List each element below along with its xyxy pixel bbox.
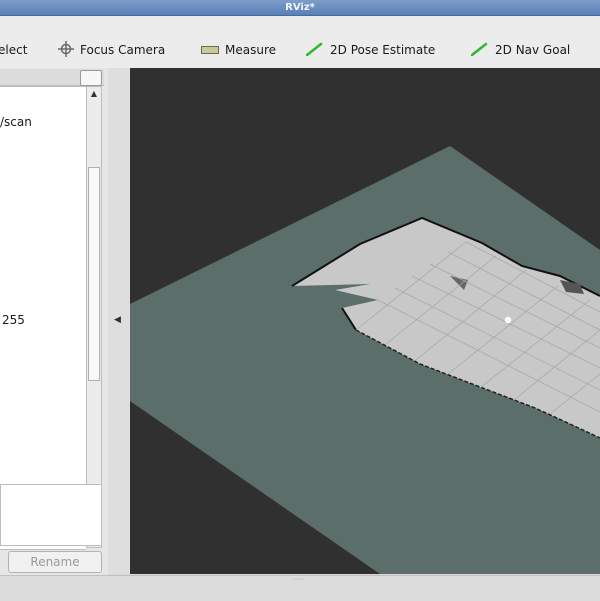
tree-row-scan-topic[interactable]: /scan <box>0 115 32 129</box>
nav-goal-button[interactable]: 2D Nav Goal <box>470 41 571 59</box>
focus-crosshair-icon <box>58 40 74 60</box>
panel-float-button[interactable] <box>80 70 102 86</box>
description-box <box>0 484 102 546</box>
select-tool-label: elect <box>0 43 28 57</box>
robot-marker <box>504 316 512 324</box>
focus-camera-button[interactable]: Focus Camera <box>58 40 166 60</box>
nav-goal-label: 2D Nav Goal <box>495 43 571 57</box>
window-titlebar: RViz* <box>0 0 600 16</box>
measure-label: Measure <box>225 43 276 57</box>
window-title: RViz* <box>285 2 315 13</box>
rename-button[interactable]: Rename <box>8 551 102 573</box>
status-bar: ⋯⋯ <box>0 575 600 601</box>
green-arrow-icon <box>470 42 489 59</box>
pose-estimate-button[interactable]: 2D Pose Estimate <box>305 41 436 59</box>
collapse-left-icon[interactable]: ◀ <box>114 315 121 325</box>
scrollbar-thumb[interactable] <box>88 167 100 381</box>
displays-panel: /scan 255 ▲ ▼ Rename <box>0 68 108 578</box>
displays-scrollbar[interactable]: ▲ ▼ <box>86 86 102 548</box>
ruler-icon <box>201 43 219 57</box>
displays-panel-header <box>0 69 104 86</box>
measure-button[interactable]: Measure <box>201 41 276 59</box>
pose-estimate-label: 2D Pose Estimate <box>330 43 436 57</box>
3d-render-viewport[interactable] <box>130 68 600 574</box>
green-arrow-icon <box>305 42 324 59</box>
tools-toolbar: elect Focus Camera Measure 2D Pose Estim… <box>0 16 600 69</box>
select-tool-button[interactable]: elect <box>0 41 27 59</box>
focus-camera-label: Focus Camera <box>80 43 166 57</box>
panel-splitter[interactable]: ◀ <box>108 68 130 574</box>
resize-grip-icon[interactable]: ⋯⋯ <box>292 576 310 583</box>
scroll-up-icon[interactable]: ▲ <box>87 87 101 101</box>
displays-tree[interactable]: /scan 255 <box>0 86 86 550</box>
tree-row-value[interactable]: 255 <box>2 313 25 327</box>
